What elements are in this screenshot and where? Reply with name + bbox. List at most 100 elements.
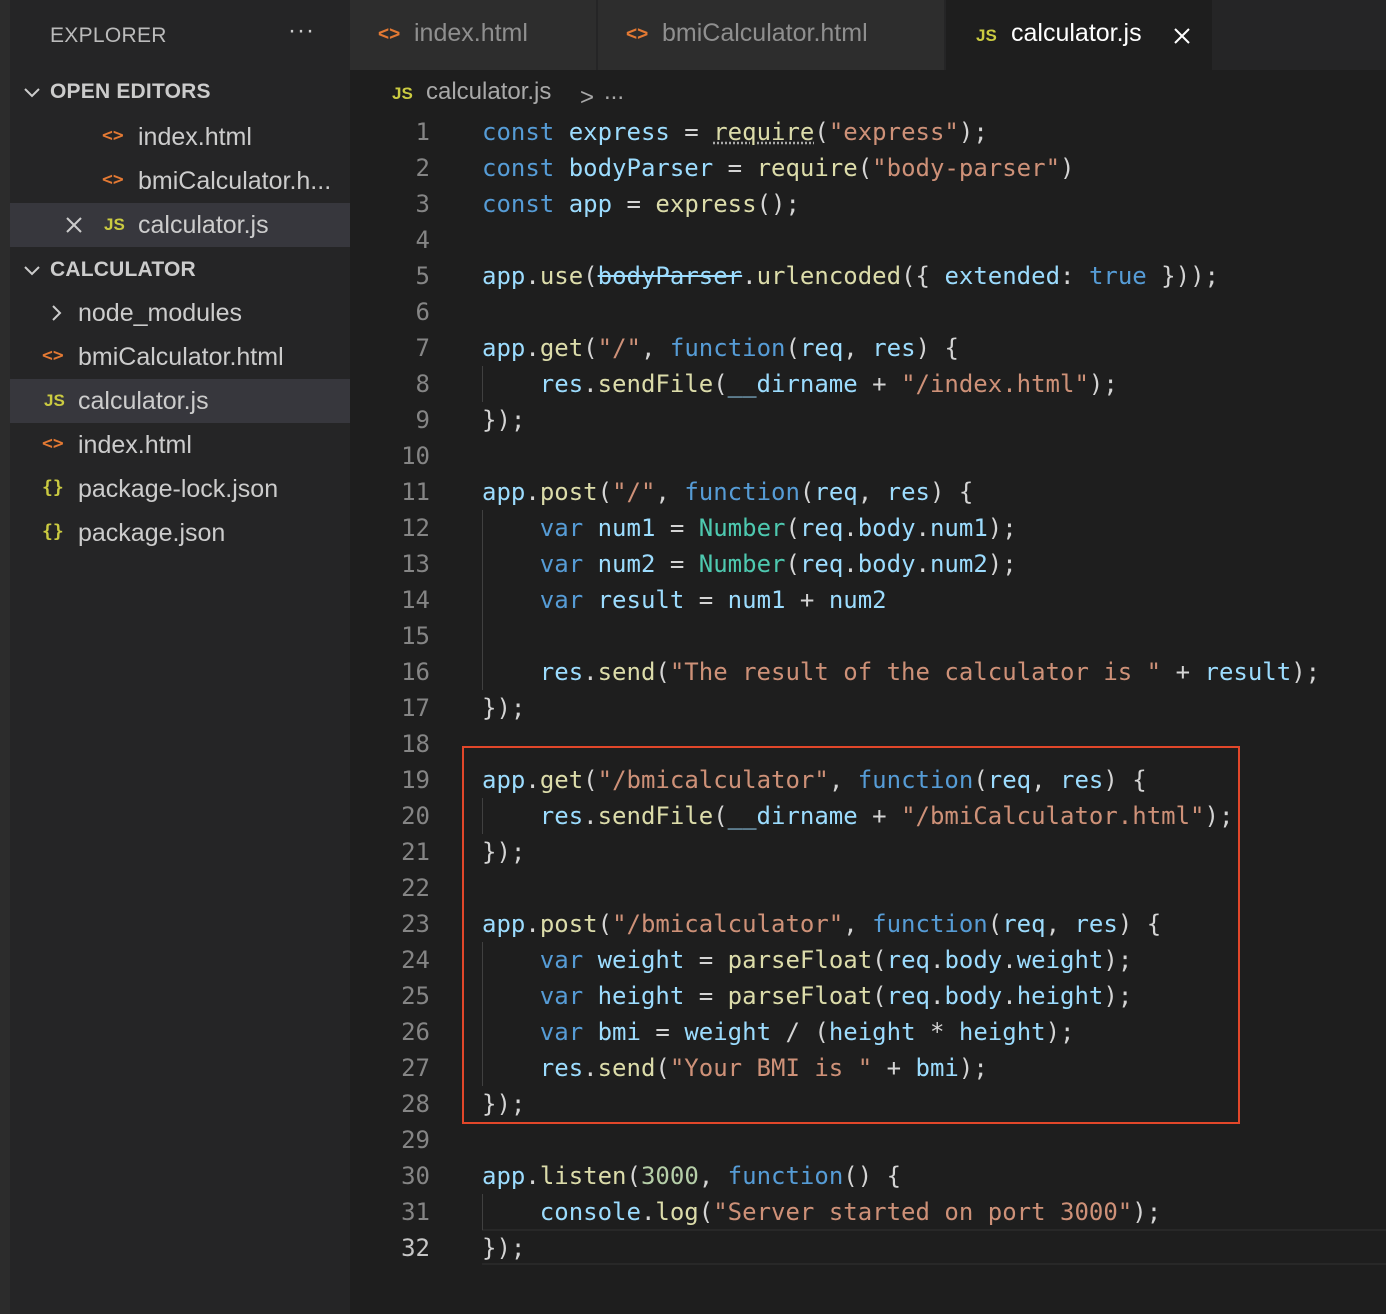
- file-tree-item[interactable]: <> index.html: [10, 423, 350, 467]
- file-tree-label: calculator.js: [78, 387, 209, 415]
- open-editor-item[interactable]: <> index.html: [10, 115, 350, 159]
- js-file-icon: JS: [976, 26, 997, 45]
- code-line[interactable]: 10: [350, 438, 1386, 474]
- html-file-icon: <>: [626, 24, 649, 45]
- code-line[interactable]: 11 app.post("/", function(req, res) {: [350, 474, 1386, 510]
- code-line[interactable]: 5 app.use(bodyParser.urlencoded({ extende…: [350, 258, 1386, 294]
- open-editors-header[interactable]: OPEN EDITORS: [10, 72, 350, 112]
- breadcrumb-separator: >: [580, 84, 595, 111]
- line-number: 12: [401, 514, 430, 542]
- line-number: 9: [415, 406, 430, 434]
- highlight-annotation-box: [462, 746, 1240, 1124]
- code-line[interactable]: 32});: [350, 1230, 1386, 1266]
- code-line[interactable]: 30 app.listen(3000, function() {: [350, 1158, 1386, 1194]
- folder-label: CALCULATOR: [50, 258, 196, 281]
- breadcrumb-symbols[interactable]: ...: [604, 78, 624, 106]
- file-tree-item[interactable]: {} package.json: [10, 511, 350, 555]
- code-line[interactable]: 29: [350, 1122, 1386, 1158]
- line-number: 7: [415, 334, 430, 362]
- breadcrumb-file[interactable]: calculator.js: [426, 78, 551, 106]
- code-line[interactable]: 2 const bodyParser = require("body-parser…: [350, 150, 1386, 186]
- explorer-title: EXPLORER: [50, 24, 167, 47]
- code-text: app.post("/", function(req, res) {: [482, 478, 974, 506]
- line-number: 19: [401, 766, 430, 794]
- code-line[interactable]: 12 var num1 = Number(req.body.num1);: [350, 510, 1386, 546]
- file-tree-label: index.html: [78, 431, 192, 459]
- open-editor-item-active[interactable]: JS calculator.js: [10, 203, 350, 247]
- code-text: });: [482, 694, 526, 722]
- code-text: var num1 = Number(req.body.num1);: [539, 514, 1017, 542]
- line-number: 22: [401, 874, 430, 902]
- indent-guide: [482, 366, 483, 402]
- open-editors-label: OPEN EDITORS: [50, 80, 211, 103]
- line-number: 1: [415, 118, 430, 146]
- open-editor-label: bmiCalculator.h...: [138, 167, 332, 195]
- line-number: 17: [401, 694, 430, 722]
- file-tree-label: node_modules: [78, 299, 243, 327]
- line-number: 11: [401, 478, 430, 506]
- file-tree-label: package-lock.json: [78, 475, 279, 503]
- tab-label: index.html: [414, 19, 528, 47]
- js-file-icon: JS: [392, 84, 413, 103]
- file-tree-item-active[interactable]: JS calculator.js: [10, 379, 350, 423]
- close-icon[interactable]: [64, 215, 84, 235]
- code-line[interactable]: 9});: [350, 402, 1386, 438]
- editor-tab-bar: <> index.html <> bmiCalculator.html JS c…: [350, 0, 1386, 70]
- code-line[interactable]: 3 const app = express();: [350, 186, 1386, 222]
- code-text: app.listen(3000, function() {: [482, 1162, 902, 1190]
- chevron-down-icon: [24, 266, 40, 276]
- line-number: 30: [401, 1162, 430, 1190]
- code-text: app.use(bodyParser.urlencoded({ extended…: [482, 262, 1219, 290]
- line-number: 32: [401, 1234, 430, 1262]
- line-number: 23: [401, 910, 430, 938]
- html-file-icon: <>: [42, 345, 64, 366]
- code-line[interactable]: 4: [350, 222, 1386, 258]
- line-number: 25: [401, 982, 430, 1010]
- line-number: 20: [401, 802, 430, 830]
- open-editor-label: index.html: [138, 123, 252, 151]
- code-text: app.get("/", function(req, res) {: [482, 334, 959, 362]
- code-text: });: [482, 406, 526, 434]
- code-line[interactable]: 7 app.get("/", function(req, res) {: [350, 330, 1386, 366]
- code-text: const bodyParser = require("body-parser"…: [482, 154, 1075, 182]
- line-number: 26: [401, 1018, 430, 1046]
- line-number: 8: [415, 370, 430, 398]
- code-line[interactable]: 13 var num2 = Number(req.body.num2);: [350, 546, 1386, 582]
- js-file-icon: JS: [44, 391, 65, 410]
- open-editor-item[interactable]: <> bmiCalculator.h...: [10, 159, 350, 203]
- code-text: res.send("The result of the calculator i…: [539, 658, 1321, 686]
- file-tree-item[interactable]: <> bmiCalculator.html: [10, 335, 350, 379]
- line-number: 10: [401, 442, 430, 470]
- line-number: 2: [415, 154, 430, 182]
- line-number: 3: [415, 190, 430, 218]
- code-line[interactable]: 6: [350, 294, 1386, 330]
- json-file-icon: {}: [42, 477, 64, 498]
- tab-index-html[interactable]: <> index.html: [350, 0, 596, 70]
- code-text: console.log("Server started on port 3000…: [539, 1198, 1162, 1226]
- more-actions-icon[interactable]: ···: [288, 17, 315, 45]
- code-text: res.sendFile(__dirname + "/index.html");: [539, 370, 1118, 398]
- line-number: 16: [401, 658, 430, 686]
- line-number: 21: [401, 838, 430, 866]
- code-line[interactable]: 15: [350, 618, 1386, 654]
- chevron-right-icon: [52, 305, 62, 321]
- code-line[interactable]: 1 const express = require("express");: [350, 114, 1386, 150]
- tab-calculator-js[interactable]: JS calculator.js: [946, 0, 1212, 70]
- calculator-folder-header[interactable]: CALCULATOR: [10, 250, 350, 290]
- window-left-edge: [0, 0, 10, 1314]
- html-file-icon: <>: [102, 169, 124, 190]
- code-line[interactable]: 14 var result = num1 + num2: [350, 582, 1386, 618]
- code-line[interactable]: 16 res.send("The result of the calculato…: [350, 654, 1386, 690]
- line-number: 14: [401, 586, 430, 614]
- tab-bmicalculator-html[interactable]: <> bmiCalculator.html: [598, 0, 944, 70]
- line-number: 24: [401, 946, 430, 974]
- file-tree-item[interactable]: {} package-lock.json: [10, 467, 350, 511]
- code-line[interactable]: 17});: [350, 690, 1386, 726]
- line-number: 13: [401, 550, 430, 578]
- file-tree-item-node-modules[interactable]: node_modules: [10, 291, 350, 335]
- code-line[interactable]: 31 console.log("Server started on port 3…: [350, 1194, 1386, 1230]
- code-editor[interactable]: 1 const express = require("express"); 2 con…: [350, 114, 1386, 1314]
- code-line[interactable]: 8 res.sendFile(__dirname + "/index.html"…: [350, 366, 1386, 402]
- open-editor-label: calculator.js: [138, 211, 269, 239]
- close-tab-icon[interactable]: [1172, 26, 1192, 46]
